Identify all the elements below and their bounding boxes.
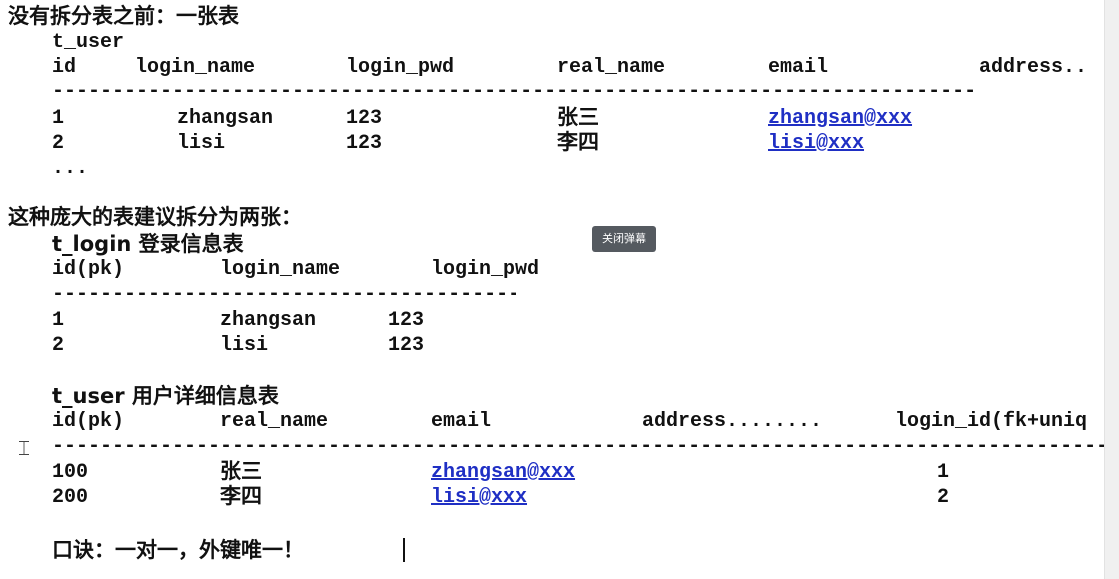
table1-name: t_user bbox=[52, 31, 125, 54]
table3-header-address: address........ bbox=[642, 410, 823, 433]
table3-header-email: email bbox=[431, 410, 492, 433]
table1-row2-real-name: 李四 bbox=[557, 130, 599, 154]
table1-row1-real-name: 张三 bbox=[557, 105, 599, 129]
table2-row1-login-pwd: 123 bbox=[388, 309, 425, 332]
table3-header-id: id(pk) bbox=[52, 410, 125, 433]
table3-row1-id: 100 bbox=[52, 461, 89, 484]
table3-row2-login-id: 2 bbox=[937, 486, 950, 509]
table2-row2-login-pwd: 123 bbox=[388, 334, 425, 357]
table1-header-email: email bbox=[768, 56, 829, 79]
table1-row2-id: 2 bbox=[52, 132, 65, 155]
table1-header-real-name: real_name bbox=[557, 56, 666, 79]
table2-divider: ----------------------------------------… bbox=[52, 283, 516, 306]
text-caret bbox=[403, 538, 405, 562]
vertical-scrollbar[interactable] bbox=[1104, 0, 1119, 579]
table1-row1-login-name: zhangsan bbox=[177, 107, 274, 130]
close-danmaku-button[interactable]: 关闭弹幕 bbox=[592, 226, 656, 252]
table1-header-address: address.. bbox=[979, 56, 1088, 79]
table1-header-login-name: login_name bbox=[135, 56, 256, 79]
text-cursor-icon: ⌶ bbox=[18, 436, 30, 460]
table2-row1-login-name: zhangsan bbox=[220, 309, 317, 332]
table1-divider: ----------------------------------------… bbox=[52, 80, 977, 103]
table3-row2-real-name: 李四 bbox=[220, 484, 262, 508]
table3-row1-login-id: 1 bbox=[937, 461, 950, 484]
table1-row2-login-name: lisi bbox=[177, 132, 226, 155]
table1-row1-login-pwd: 123 bbox=[346, 107, 383, 130]
table2-row1-id: 1 bbox=[52, 309, 65, 332]
heading-no-split: 没有拆分表之前：一张表 bbox=[8, 4, 239, 28]
table2-name: t_login 登录信息表 bbox=[52, 232, 244, 256]
table2-header-login-name: login_name bbox=[220, 258, 341, 281]
table3-header-login-id: login_id(fk+uniq bbox=[895, 410, 1088, 433]
heading-split-advice: 这种庞大的表建议拆分为两张： bbox=[8, 205, 302, 229]
table2-row2-id: 2 bbox=[52, 334, 65, 357]
table2-header-id: id(pk) bbox=[52, 258, 125, 281]
slogan-text: 口诀：一对一，外键唯一！ bbox=[52, 538, 304, 562]
table3-row2-email-link[interactable]: lisi@xxx bbox=[431, 486, 527, 510]
table3-header-real-name: real_name bbox=[220, 410, 329, 433]
table3-row1-real-name: 张三 bbox=[220, 459, 262, 483]
table1-header-id: id bbox=[52, 56, 77, 79]
table1-row1-id: 1 bbox=[52, 107, 65, 130]
table3-row1-email-link[interactable]: zhangsan@xxx bbox=[431, 461, 575, 485]
table1-row1-email-link[interactable]: zhangsan@xxx bbox=[768, 107, 912, 131]
table3-name: t_user 用户详细信息表 bbox=[52, 384, 279, 408]
table2-header-login-pwd: login_pwd bbox=[431, 258, 540, 281]
table3-divider: ----------------------------------------… bbox=[52, 435, 1104, 458]
table3-row2-id: 200 bbox=[52, 486, 89, 509]
table1-row2-login-pwd: 123 bbox=[346, 132, 383, 155]
table1-ellipsis: ... bbox=[52, 157, 89, 180]
table1-header-login-pwd: login_pwd bbox=[346, 56, 455, 79]
table2-row2-login-name: lisi bbox=[220, 334, 269, 357]
table1-row2-email-link[interactable]: lisi@xxx bbox=[768, 132, 864, 156]
